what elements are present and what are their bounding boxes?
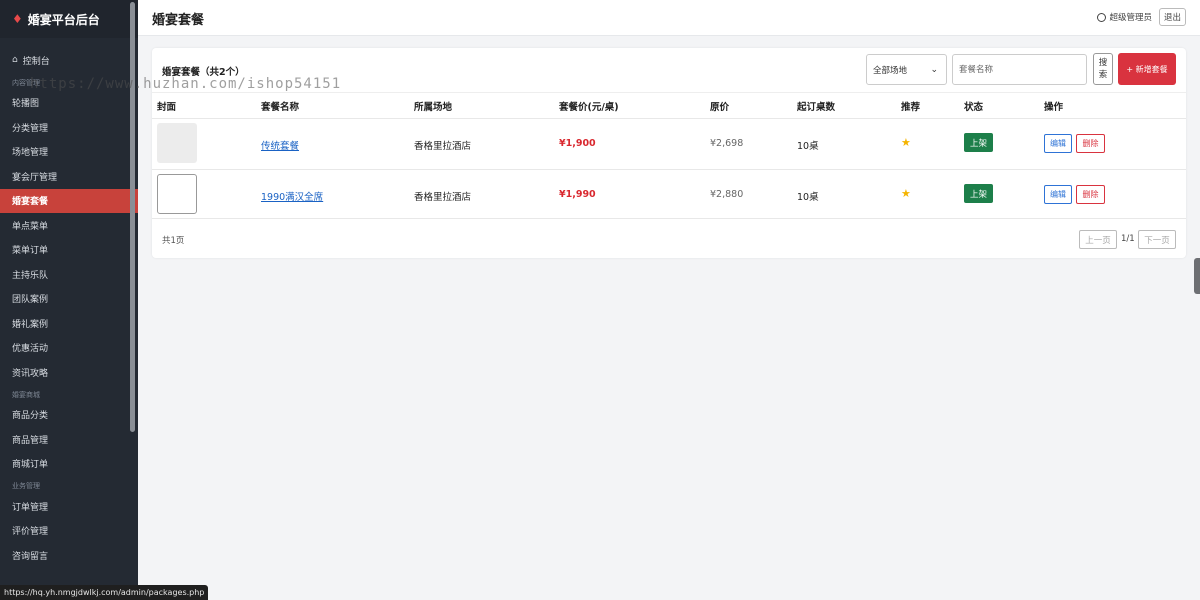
side-edge-tab[interactable] [1194,258,1200,294]
sidebar-item-label: 评价管理 [12,527,49,538]
original-price-cell: ¥2,698 [710,138,744,149]
table-header: 封面 套餐名称 所属场地 套餐价(元/桌) 原价 起订桌数 推荐 状态 操作 [152,92,1186,118]
sidebar-item-hall[interactable]: 宴会厅管理 [0,164,138,189]
edit-button[interactable]: 编辑 [1044,185,1072,204]
sidebar-item-label: 场地管理 [12,148,49,159]
topbar: 婚宴套餐 超级管理员 退出 [138,0,1200,36]
sidebar-section-business: 业务管理 [12,482,40,490]
sidebar-item-messages[interactable]: 咨询留言 [0,543,138,568]
edit-button[interactable]: 编辑 [1044,134,1072,153]
column-header: 状态 [964,102,984,113]
column-header: 原价 [710,102,730,113]
sidebar-item-label: 主持乐队 [12,270,49,281]
admin-user[interactable]: 超级管理员 [1097,11,1152,23]
table-row: 传统套餐 香格里拉酒店 ¥1,900 ¥2,698 10桌 ★ 上架 编辑 删除 [152,118,1186,169]
sidebar-item-menu[interactable]: 单点菜单 [0,213,138,238]
package-name-link[interactable]: 1990满汉全席 [261,189,323,203]
sidebar-item-label: 资讯攻略 [12,368,49,379]
sidebar-item-label: 商品分类 [12,411,49,422]
sidebar-item-mall-orders[interactable]: 商城订单 [0,452,138,477]
column-header: 套餐名称 [261,102,300,113]
table-footer: 共1页 上一页 1/1 下一页 [152,218,1186,258]
star-icon[interactable]: ★ [901,136,911,149]
sidebar-item-label: 菜单订单 [12,246,49,257]
sidebar-item-label: 订单管理 [12,502,49,513]
sidebar-section-mall: 婚宴商城 [12,390,40,399]
column-header: 所属场地 [414,102,453,113]
sidebar-item-label: 优惠活动 [12,344,49,355]
sidebar-item-wedding-cases[interactable]: 婚礼案例 [0,311,138,336]
package-name-link[interactable]: 传统套餐 [261,138,299,152]
sidebar-item-label: 分类管理 [12,123,49,134]
sidebar-item-label: 咨询留言 [12,551,49,562]
add-package-button[interactable]: + 新增套餐 [1118,53,1176,85]
venue-select-value: 全部场地 [873,65,908,76]
column-header: 封面 [157,102,177,113]
admin-label: 超级管理员 [1109,13,1152,23]
sidebar-item-packages[interactable]: 婚宴套餐 [0,188,138,213]
sidebar-item-label: 商品管理 [12,435,49,446]
column-header: 套餐价(元/桌) [559,102,619,113]
sidebar-item-label: 单点菜单 [12,221,49,232]
sidebar-item-label: 商城订单 [12,460,49,471]
prev-page-button[interactable]: 上一页 [1079,230,1117,249]
sidebar-item-dashboard[interactable]: ⌂ 控制台 [0,48,138,73]
packages-table: 封面 套餐名称 所属场地 套餐价(元/桌) 原价 起订桌数 推荐 状态 操作 传… [152,92,1186,220]
sidebar-item-label: 轮播图 [12,99,40,110]
page-indicator: 1/1 [1121,234,1135,244]
sidebar-nav: ⌂ 控制台 内容管理 轮播图 分类管理 场地管理 宴会厅管理 婚宴套餐 单点菜单… [0,38,138,568]
sidebar-item-reviews[interactable]: 评价管理 [0,519,138,544]
sidebar-item-product-category[interactable]: 商品分类 [0,403,138,428]
column-header: 操作 [1044,102,1064,113]
cover-thumbnail [157,123,197,163]
sidebar-item-venue[interactable]: 场地管理 [0,140,138,165]
sidebar-item-banner[interactable]: 轮播图 [0,91,138,116]
home-icon: ⌂ [12,55,18,66]
sidebar-item-orders[interactable]: 订单管理 [0,494,138,519]
table-row: 1990满汉全席 香格里拉酒店 ¥1,990 ¥2,880 10桌 ★ 上架 编… [152,169,1186,220]
logout-button[interactable]: 退出 [1159,8,1186,26]
search-input[interactable] [952,54,1087,85]
brand-title: 婚宴平台后台 [27,12,100,27]
watermark: https://www.huzhan.com/ishop54151 [30,76,342,92]
star-icon[interactable]: ★ [901,187,911,200]
sidebar-item-label: 控制台 [22,56,50,67]
sidebar-item-host-band[interactable]: 主持乐队 [0,262,138,287]
sidebar-scrollbar[interactable] [130,2,135,432]
gem-icon: ♦ [12,12,23,26]
delete-button[interactable]: 删除 [1076,185,1105,204]
sidebar-item-category[interactable]: 分类管理 [0,115,138,140]
column-header: 推荐 [901,102,921,113]
column-header: 起订桌数 [797,102,836,113]
price-cell: ¥1,990 [559,189,596,200]
sidebar-item-menu-orders[interactable]: 菜单订单 [0,238,138,263]
next-page-button[interactable]: 下一页 [1138,230,1176,249]
min-tables-cell: 10桌 [797,141,819,152]
chevron-down-icon: ⌄ [930,65,938,75]
sidebar-item-label: 团队案例 [12,295,49,306]
min-tables-cell: 10桌 [797,192,819,203]
sidebar-item-label: 婚宴套餐 [12,197,49,208]
sidebar-item-promotions[interactable]: 优惠活动 [0,336,138,361]
page-title: 婚宴套餐 [152,13,205,28]
venue-select[interactable]: 全部场地 ⌄ [866,54,947,85]
sidebar-item-label: 婚礼案例 [12,319,49,330]
search-button[interactable]: 搜索 [1093,53,1113,85]
status-button[interactable]: 上架 [964,133,993,152]
user-icon [1097,12,1107,22]
price-cell: ¥1,900 [559,138,596,149]
original-price-cell: ¥2,880 [710,189,744,200]
delete-button[interactable]: 删除 [1076,134,1105,153]
sidebar-item-products[interactable]: 商品管理 [0,427,138,452]
sidebar-item-team-cases[interactable]: 团队案例 [0,287,138,312]
status-bar-url: https://hq.yh.nmgjdwlkj.com/admin/packag… [0,585,209,600]
total-pages: 共1页 [162,236,185,246]
sidebar-item-articles[interactable]: 资讯攻略 [0,360,138,385]
brand[interactable]: ♦ 婚宴平台后台 [0,0,138,38]
sidebar-item-label: 宴会厅管理 [12,172,58,183]
venue-cell: 香格里拉酒店 [414,192,472,203]
status-button[interactable]: 上架 [964,184,993,203]
venue-cell: 香格里拉酒店 [414,141,472,152]
cover-thumbnail [157,174,197,214]
